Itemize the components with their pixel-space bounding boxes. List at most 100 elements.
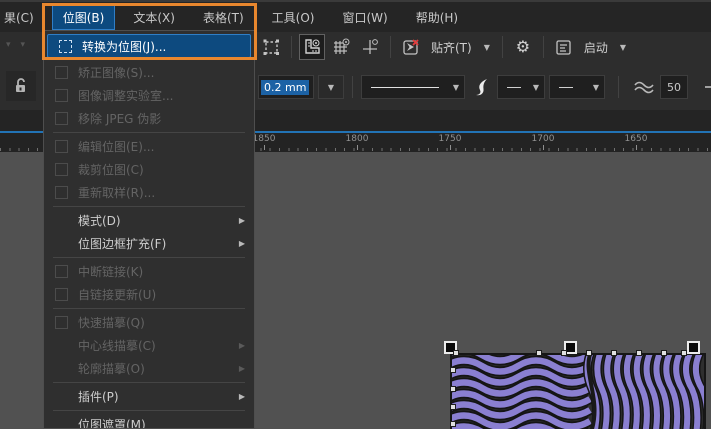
ruler-major-tick [450,145,451,150]
menu-item-label: 矫正图像(S)... [78,64,154,81]
curve-node[interactable] [561,350,567,356]
show-rulers-toggle[interactable] [299,34,325,60]
menu-item-label: 插件(P) [78,388,119,405]
plus-button[interactable] [700,75,711,99]
options-gear-icon[interactable]: ⚙ [510,34,536,60]
menu-separator [53,410,245,411]
brush-stroke-icon[interactable] [469,75,493,99]
menu-item[interactable]: 图像调整实验室... [44,84,254,107]
submenu-arrow-icon: ▶ [239,239,245,248]
menu-item[interactable]: 移除 JPEG 伪影 [44,107,254,130]
submenu-arrow-icon: ▶ [239,392,245,401]
toolbar-separator [543,36,544,58]
menu-item[interactable]: 中心线描摹(C) ▶ [44,334,254,357]
curve-node[interactable] [681,350,687,356]
menu-item[interactable]: 模式(D)▶ [44,209,254,232]
toolbar-separator [502,36,503,58]
menu-item[interactable]: 矫正图像(S)... [44,61,254,84]
curve-node[interactable] [536,350,542,356]
outline-width-input[interactable]: 0.2 mm [258,75,314,99]
smooth-value-input[interactable]: 50 [660,75,688,99]
arrow-start-preview [507,87,521,88]
snap-label[interactable]: 贴齐(T) [427,39,476,56]
menubar-item[interactable]: 文本(X) [123,6,185,29]
curve-node[interactable] [636,350,642,356]
ruler-major-tick [357,145,358,150]
menu-separator [53,132,245,133]
menu-item[interactable]: 中断链接(K) [44,260,254,283]
smooth-wave-icon [632,75,656,99]
curve-node[interactable] [453,350,459,356]
remove-jpeg-artifacts-icon [55,112,68,125]
menubar-item[interactable]: 帮助(H) [406,6,468,29]
menu-item[interactable]: 自链接更新(U) [44,283,254,306]
ruler-label: 1800 [346,134,369,144]
menu-item[interactable]: 编辑位图(E)... [44,135,254,158]
curve-node[interactable] [661,350,667,356]
arrow-end-dropdown[interactable]: ▼ [549,75,605,99]
edit-bitmap-icon [55,140,68,153]
selection-handle-top-right[interactable] [687,341,700,354]
unlock-icon[interactable] [6,71,36,101]
menu-item-label: 移除 JPEG 伪影 [78,110,161,127]
menubar-item[interactable]: 位图(B) [52,5,116,30]
curve-node[interactable] [586,350,592,356]
quick-trace-icon [55,316,68,329]
outline-width-dropdown[interactable]: ▼ [318,75,344,99]
menubar: 果(C) 位图(B) 文本(X) 表格(T) 工具(O) 窗口(W) 帮助(H) [0,0,711,32]
menu-item[interactable]: 重新取样(R)... [44,181,254,204]
show-grid-toggle[interactable] [328,34,354,60]
wavy-bitmap-object[interactable] [452,355,704,429]
chevron-down-icon[interactable]: ▼ [615,43,631,52]
menu-item-label: 中心线描摹(C) [78,337,156,354]
crop-bitmap-icon [55,163,68,176]
menu-item[interactable]: 位图边框扩充(F)▶ [44,232,254,255]
resample-icon [55,186,68,199]
submenu-arrow-icon: ▶ [239,364,245,373]
menu-item[interactable]: 转换为位图(J)... [47,34,251,58]
launch-label[interactable]: 启动 [580,39,612,56]
toolbar-separator [618,76,619,98]
toolbar-separator [352,76,353,98]
menu-item-label: 轮廓描摹(O) [78,360,145,377]
smooth-value: 50 [667,81,681,94]
line-style-dropdown[interactable]: ▼ [361,75,465,99]
image-adjustment-lab-icon [55,89,68,102]
toolbar-separator [390,36,391,58]
curve-node[interactable] [611,350,617,356]
curve-node[interactable] [450,386,456,392]
chevron-down-icon[interactable]: ▼ [479,43,495,52]
disabled-combo-arrows: ▾▾ [6,40,35,50]
menubar-item[interactable]: 果(C) [0,6,44,29]
line-style-preview [371,87,439,88]
treat-as-filled-icon[interactable] [258,34,284,60]
menu-item[interactable]: 快速描摹(Q) [44,311,254,334]
menubar-item[interactable]: 窗口(W) [332,6,397,29]
arrow-end-preview [559,87,573,88]
curve-node[interactable] [450,421,456,427]
menubar-item[interactable]: 工具(O) [262,6,325,29]
launch-icon[interactable] [551,34,577,60]
straighten-image-icon [55,66,68,79]
standard-toolbar: 贴齐(T) ▼ ⚙ 启动 ▼ [258,32,631,62]
menu-separator [53,257,245,258]
alignment-guides-toggle[interactable] [357,34,383,60]
chevron-down-icon: ▼ [448,83,464,92]
menu-item[interactable]: 裁剪位图(C) [44,158,254,181]
ruler-major-tick [543,145,544,150]
toolbar-separator [291,36,292,58]
curve-node[interactable] [450,404,456,410]
curve-node[interactable] [450,367,456,373]
menu-item[interactable]: 插件(P) ▶ [44,385,254,408]
arrow-start-dropdown[interactable]: ▼ [497,75,545,99]
snap-off-icon[interactable] [398,34,424,60]
coreldraw-window: 18501800175017001650 果(C)位图(B)文本(X)表格(T)… [0,0,711,429]
menubar-item[interactable]: 表格(T) [193,6,254,29]
submenu-arrow-icon: ▶ [239,216,245,225]
ruler-major-tick [636,145,637,150]
menu-item[interactable]: 轮廓描摹(O) ▶ [44,357,254,380]
convert-to-bitmap-icon [59,40,72,53]
menu-item-label: 编辑位图(E)... [78,138,154,155]
submenu-arrow-icon: ▶ [239,341,245,350]
menu-item[interactable]: 位图遮罩(M) [44,413,254,429]
